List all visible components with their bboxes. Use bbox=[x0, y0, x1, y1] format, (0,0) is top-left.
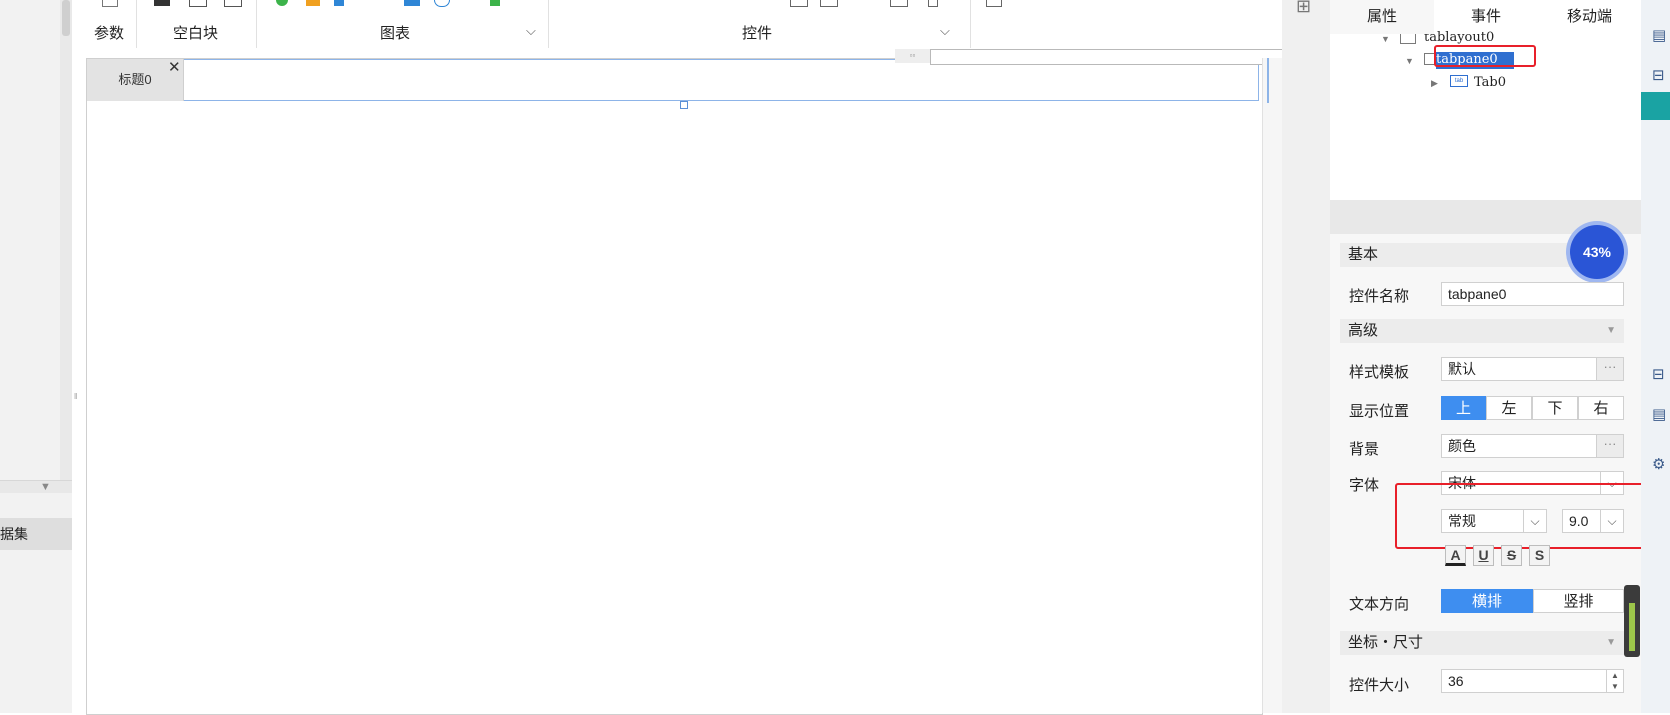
chevron-down-icon[interactable]: ⌵ bbox=[526, 23, 536, 39]
more-options-icon[interactable]: ··· bbox=[1596, 435, 1623, 457]
tree-node-tab0[interactable]: Tab0 bbox=[1474, 75, 1506, 90]
close-icon[interactable]: ✕ bbox=[168, 58, 181, 76]
progress-badge[interactable]: 43% bbox=[1570, 225, 1624, 279]
underline-button[interactable]: U bbox=[1473, 545, 1494, 566]
section-coords-label: 坐标・尺寸 bbox=[1348, 634, 1424, 651]
block-icon bbox=[154, 0, 170, 6]
canvas-scroll-indicator bbox=[1267, 58, 1269, 103]
font-color-button[interactable]: A bbox=[1445, 545, 1466, 566]
spinner-icon[interactable]: ▲ ▼ bbox=[1606, 670, 1623, 692]
chart-column-icon bbox=[334, 0, 344, 6]
background-value: 颜色 bbox=[1448, 438, 1476, 454]
active-edge-item[interactable] bbox=[1641, 92, 1670, 120]
widget-text-icon bbox=[790, 0, 808, 7]
position-right-button[interactable]: 右 bbox=[1578, 396, 1624, 420]
position-bottom-button[interactable]: 下 bbox=[1532, 396, 1578, 420]
highlight-box-tree bbox=[1434, 45, 1536, 67]
toolbar-group-charts[interactable]: 图表 ⌵ bbox=[256, 0, 549, 48]
gear-icon[interactable]: ⚙ bbox=[1652, 455, 1665, 473]
toolbar-group-blank[interactable]: 空白块 bbox=[136, 0, 257, 48]
section-advanced[interactable]: 高级 ▼ bbox=[1340, 319, 1624, 343]
dataset-tab[interactable]: 据集 bbox=[0, 518, 72, 550]
tree-expand-icon[interactable]: ▼ bbox=[1405, 56, 1414, 66]
text-direction-label: 文本方向 bbox=[1349, 596, 1410, 613]
toolbar-label-params: 参数 bbox=[94, 25, 125, 42]
tree-expand-icon[interactable]: ▼ bbox=[1381, 34, 1390, 44]
background-label: 背景 bbox=[1349, 441, 1380, 458]
tree-collapse-icon[interactable]: ▶ bbox=[1431, 78, 1438, 89]
meter-level bbox=[1629, 603, 1635, 651]
section-basic-label: 基本 bbox=[1348, 246, 1379, 263]
chart-area-icon bbox=[404, 0, 420, 6]
toolbar-label-charts: 图表 bbox=[380, 25, 411, 42]
display-position-label: 显示位置 bbox=[1349, 403, 1410, 420]
doc-icon[interactable]: ▤ bbox=[1652, 405, 1666, 423]
left-divider bbox=[0, 480, 72, 493]
widget-name-input[interactable]: tabpane0 bbox=[1441, 282, 1624, 306]
highlight-box-font bbox=[1395, 483, 1661, 549]
section-coords-size[interactable]: 坐标・尺寸 ▼ bbox=[1340, 631, 1624, 655]
strikethrough-button[interactable]: S bbox=[1501, 545, 1522, 566]
chevron-down-icon[interactable]: ⌵ bbox=[940, 23, 950, 39]
tab-events[interactable]: 事件 bbox=[1434, 0, 1538, 34]
text-horizontal-button[interactable]: 横排 bbox=[1441, 589, 1533, 613]
param-icon bbox=[102, 0, 118, 7]
block-grid-icon bbox=[224, 0, 242, 7]
font-label: 字体 bbox=[1349, 477, 1380, 494]
widget-size-label: 控件大小 bbox=[1349, 677, 1410, 694]
chevron-down-icon: ▼ bbox=[1606, 637, 1616, 648]
chart-bar-icon bbox=[306, 0, 320, 6]
style-template-label: 样式模板 bbox=[1349, 364, 1410, 381]
layout-toolbar-column bbox=[1282, 0, 1330, 713]
chevron-down-icon: ▼ bbox=[1606, 325, 1616, 336]
left-scrollbar[interactable] bbox=[60, 0, 72, 480]
side-meter bbox=[1624, 585, 1640, 657]
tab-node-icon: tab bbox=[1450, 75, 1468, 87]
left-scroll-thumb[interactable] bbox=[62, 0, 70, 36]
layout-icon[interactable]: ⊞ bbox=[1296, 0, 1311, 17]
style-template-input[interactable]: 默认 ··· bbox=[1441, 357, 1624, 381]
style-template-value: 默认 bbox=[1448, 361, 1476, 377]
toolbar-group-widgets[interactable]: 控件 ⌵ bbox=[548, 0, 971, 48]
widget-size-input[interactable]: 36 ▲ ▼ bbox=[1441, 669, 1624, 693]
grid-icon[interactable]: ⊟ bbox=[1652, 66, 1665, 84]
widget-extra-icon[interactable] bbox=[986, 0, 1002, 7]
grid-icon[interactable]: ⊟ bbox=[1652, 365, 1665, 383]
resize-handle[interactable] bbox=[680, 101, 688, 109]
panel-resize-grip[interactable]: ‖ bbox=[74, 392, 77, 401]
widget-input-icon bbox=[820, 0, 838, 7]
chevron-down-icon[interactable]: ▼ bbox=[40, 481, 51, 493]
floating-tag: ▫▫ bbox=[895, 49, 930, 63]
chart-more-icon bbox=[490, 0, 500, 6]
doc-icon[interactable]: ▤ bbox=[1652, 26, 1666, 44]
toolbar-label-blank: 空白块 bbox=[173, 25, 219, 42]
toolbar-label-widgets: 控件 bbox=[742, 25, 773, 42]
tab-properties[interactable]: 属性 bbox=[1330, 0, 1434, 34]
chart-pie-icon bbox=[276, 0, 288, 6]
widget-size-value: 36 bbox=[1448, 673, 1464, 689]
position-top-button[interactable]: 上 bbox=[1441, 396, 1486, 420]
more-options-icon[interactable]: ··· bbox=[1596, 358, 1623, 380]
text-vertical-button[interactable]: 竖排 bbox=[1533, 589, 1624, 613]
canvas-right-scrollbar[interactable] bbox=[1262, 58, 1283, 713]
toolbar: 参数 空白块 图表 ⌵ 控件 ⌵ bbox=[86, 0, 1286, 48]
tab-header-bar[interactable] bbox=[87, 59, 1259, 101]
background-input[interactable]: 颜色 ··· bbox=[1441, 434, 1624, 458]
chart-gauge-icon bbox=[434, 0, 450, 7]
shadow-button[interactable]: S bbox=[1529, 545, 1550, 566]
block-outline-icon bbox=[189, 0, 207, 7]
widget-toggle-icon bbox=[928, 0, 938, 7]
widget-box-icon bbox=[890, 0, 908, 7]
widget-name-label: 控件名称 bbox=[1349, 288, 1410, 305]
position-left-button[interactable]: 左 bbox=[1486, 396, 1532, 420]
section-advanced-label: 高级 bbox=[1348, 322, 1379, 339]
tab-mobile[interactable]: 移动端 bbox=[1538, 0, 1641, 34]
toolbar-group-params[interactable]: 参数 bbox=[86, 0, 137, 48]
design-canvas[interactable] bbox=[86, 58, 1263, 715]
